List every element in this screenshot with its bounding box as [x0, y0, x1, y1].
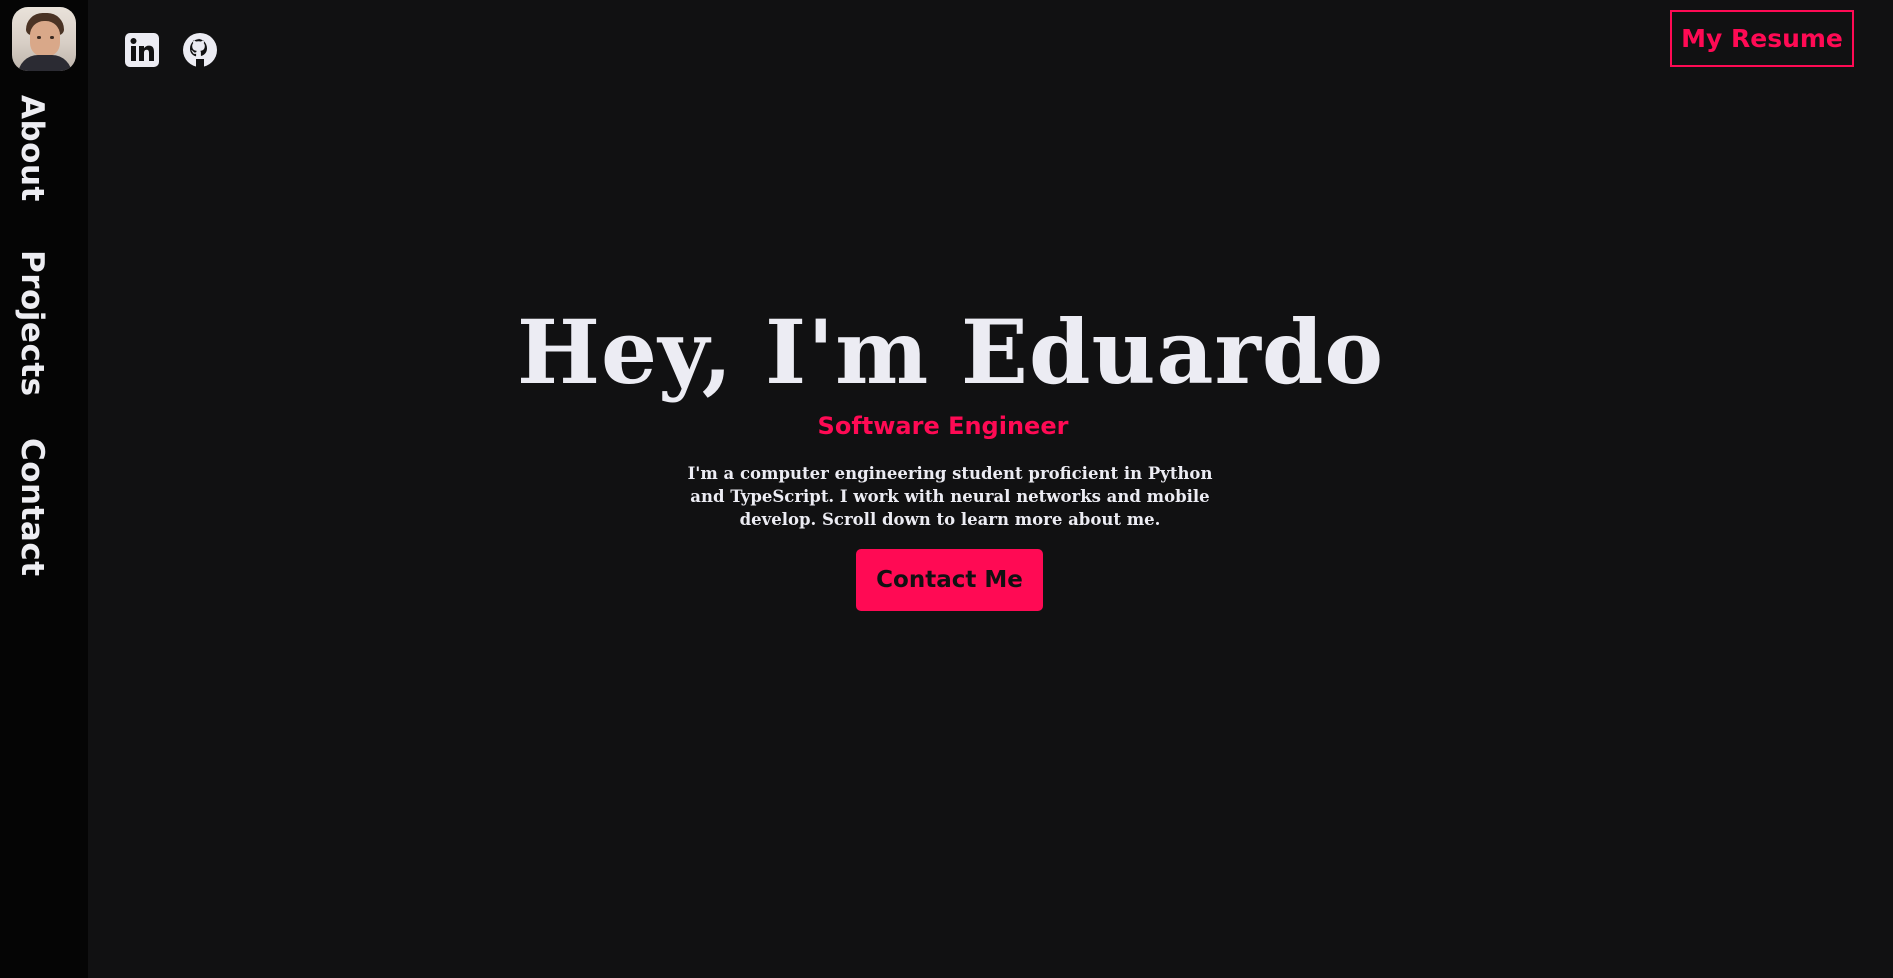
sidebar-item-contact[interactable]: Contact: [14, 438, 50, 577]
sidebar-item-projects[interactable]: Projects: [14, 250, 50, 397]
hero-subtitle: Software Engineer: [817, 412, 1069, 440]
linkedin-icon[interactable]: [124, 32, 160, 68]
hero-description: I'm a computer engineering student profi…: [687, 464, 1213, 529]
resume-button[interactable]: My Resume: [1670, 10, 1854, 67]
github-icon[interactable]: [182, 32, 218, 68]
sidebar: About Projects Contact: [0, 0, 88, 978]
avatar-shirt: [18, 55, 72, 71]
sidebar-item-about[interactable]: About: [14, 95, 50, 202]
avatar[interactable]: [12, 7, 76, 71]
avatar-face: [30, 21, 60, 57]
contact-me-button[interactable]: Contact Me: [856, 549, 1043, 611]
avatar-eye: [37, 36, 41, 39]
avatar-eye: [50, 36, 54, 39]
hero-title: Hey, I'm Eduardo: [516, 300, 1385, 404]
